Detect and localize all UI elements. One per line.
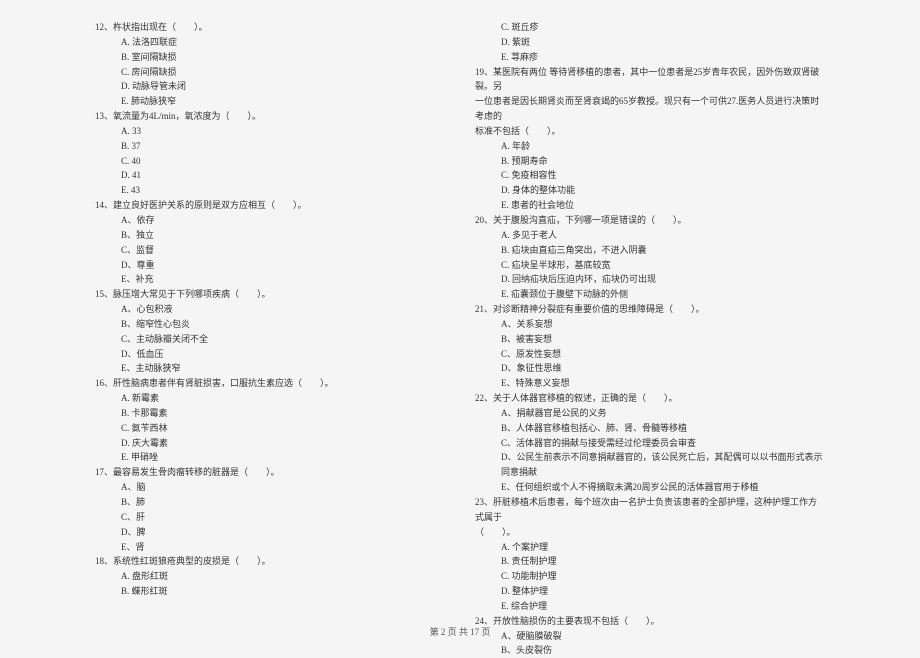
right-column: C. 斑丘疹D. 紫斑E. 荨麻疹19、某医院有两位 等待肾移植的患者，其中一位… [475, 20, 825, 658]
option-text: C. 40 [95, 154, 445, 169]
option-text: A、脑 [95, 480, 445, 495]
option-text: C. 氨苄西林 [95, 421, 445, 436]
option-text: B. 蝶形红斑 [95, 584, 445, 599]
question-text: 17、最容易发生骨肉瘤转移的脏器是（ ）。 [95, 465, 445, 480]
option-text: D. 整体护理 [475, 584, 825, 599]
option-text: A. 33 [95, 124, 445, 139]
continuation-text: 标准不包括（ ）。 [475, 124, 825, 139]
option-text: C、原发性妄想 [475, 347, 825, 362]
question-text: 22、关于人体器官移植的叙述，正确的是（ ）。 [475, 391, 825, 406]
option-text: A. 法洛四联症 [95, 35, 445, 50]
option-text: B、独立 [95, 228, 445, 243]
option-text: A. 盘形红斑 [95, 569, 445, 584]
option-text: B、头皮裂伤 [475, 643, 825, 658]
option-text: D. 回纳疝块后压迫内环，疝块仍可出现 [475, 272, 825, 287]
option-text: A、关系妄想 [475, 317, 825, 332]
option-text: E、补充 [95, 272, 445, 287]
page-footer: 第 2 页 共 17 页 [0, 625, 920, 638]
option-text: D. 身体的整体功能 [475, 183, 825, 198]
continuation-text: （ ）。 [475, 525, 825, 540]
continuation-text: 一位患者是因长期肾炎而至肾衰竭的65岁教授。现只有一个可供27.医务人员进行决策… [475, 94, 825, 124]
option-text: B、缩窄性心包炎 [95, 317, 445, 332]
option-text: E. 综合护理 [475, 599, 825, 614]
question-text: 15、脉压增大常见于下列哪项疾病（ ）。 [95, 287, 445, 302]
question-text: 16、肝性脑病患者伴有肾脏损害，口服抗生素应选（ ）。 [95, 376, 445, 391]
option-text: A、心包积液 [95, 302, 445, 317]
left-column: 12、杵状指出现在（ ）。A. 法洛四联症B. 室间隔缺损C. 房间隔缺损D. … [95, 20, 445, 658]
option-text: B、人体器官移植包括心、肺、肾、骨髓等移植 [475, 421, 825, 436]
option-text: B. 37 [95, 139, 445, 154]
option-text: C、监督 [95, 243, 445, 258]
option-text: E. 43 [95, 183, 445, 198]
option-text: E、主动脉狭窄 [95, 361, 445, 376]
option-text: B. 预期寿命 [475, 154, 825, 169]
option-text: D、脾 [95, 525, 445, 540]
question-text: 20、关于腹股沟直疝，下列哪一项是错误的（ ）。 [475, 213, 825, 228]
option-text: A. 年龄 [475, 139, 825, 154]
document-page: 12、杵状指出现在（ ）。A. 法洛四联症B. 室间隔缺损C. 房间隔缺损D. … [0, 20, 920, 658]
option-text: D. 庆大霉素 [95, 436, 445, 451]
option-text: D、尊重 [95, 258, 445, 273]
question-text: 13、氧流量为4L/min，氧浓度为（ ）。 [95, 109, 445, 124]
option-text: B、被害妄想 [475, 332, 825, 347]
option-text: D. 紫斑 [475, 35, 825, 50]
option-text: A. 多见于老人 [475, 228, 825, 243]
option-text: A. 个案护理 [475, 540, 825, 555]
option-text: A. 新霉素 [95, 391, 445, 406]
question-text: 12、杵状指出现在（ ）。 [95, 20, 445, 35]
option-text: E. 患者的社会地位 [475, 198, 825, 213]
option-text: D. 动脉导管未闭 [95, 79, 445, 94]
option-text: B. 疝块由直疝三角突出，不进入阴囊 [475, 243, 825, 258]
option-text: C. 功能制护理 [475, 569, 825, 584]
option-text: B. 室间隔缺损 [95, 50, 445, 65]
question-text: 14、建立良好医护关系的原则是双方应相互（ ）。 [95, 198, 445, 213]
option-text: C. 房间隔缺损 [95, 65, 445, 80]
question-text: 21、对诊断精神分裂症有重要价值的思维障碍是（ ）。 [475, 302, 825, 317]
option-text: D、公民生前表示不同意捐献器官的，该公民死亡后，其配偶可以以书面形式表示同意捐献 [475, 450, 825, 480]
option-text: C. 免疫相容性 [475, 168, 825, 183]
option-text: C、肝 [95, 510, 445, 525]
option-text: B. 责任制护理 [475, 554, 825, 569]
option-text: D. 41 [95, 168, 445, 183]
option-text: E. 疝囊颈位于腹壁下动脉的外侧 [475, 287, 825, 302]
question-text: 18、系统性红斑狼疮典型的皮损是（ ）。 [95, 554, 445, 569]
question-text: 23、肝脏移植术后患者，每个班次由一名护士负责该患者的全部护理，这种护理工作方式… [475, 495, 825, 525]
option-text: D、低血压 [95, 347, 445, 362]
option-text: E. 荨麻疹 [475, 50, 825, 65]
option-text: C. 斑丘疹 [475, 20, 825, 35]
option-text: E. 甲硝唑 [95, 450, 445, 465]
option-text: D、象征性思维 [475, 361, 825, 376]
option-text: C、主动脉瓣关闭不全 [95, 332, 445, 347]
question-text: 19、某医院有两位 等待肾移植的患者，其中一位患者是25岁青年农民，因外伤致双肾… [475, 65, 825, 95]
option-text: E、肾 [95, 540, 445, 555]
option-text: C. 疝块呈半球形，基底较宽 [475, 258, 825, 273]
option-text: B. 卡那霉素 [95, 406, 445, 421]
option-text: A、捐献器官是公民的义务 [475, 406, 825, 421]
option-text: E、特殊意义妄想 [475, 376, 825, 391]
option-text: E、任何组织或个人不得摘取未满20周岁公民的活体器官用于移植 [475, 480, 825, 495]
option-text: C、活体器官的捐献与接受需经过伦理委员会审查 [475, 436, 825, 451]
option-text: A、依存 [95, 213, 445, 228]
option-text: E. 肺动脉狭窄 [95, 94, 445, 109]
option-text: B、肺 [95, 495, 445, 510]
